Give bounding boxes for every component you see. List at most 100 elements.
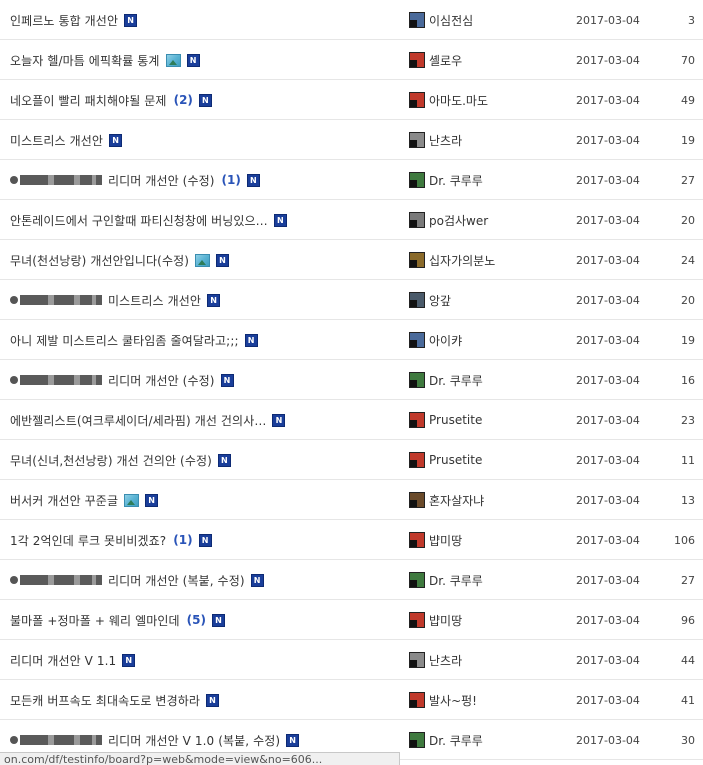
post-title-cell[interactable]: 리디머 개선안 V 1.1 N <box>10 640 400 680</box>
post-title-cell[interactable]: 에반젤리스트(여크루세이더/세라핌) 개선 건의사… N <box>10 400 400 440</box>
post-title-cell[interactable]: 리디머 개선안 (복붙, 수정) N <box>10 560 400 600</box>
author-cell[interactable]: 난츠라 <box>409 640 462 680</box>
post-title-cell[interactable]: 오늘자 헬/마틈 에픽확률 통계 N <box>10 40 400 80</box>
table-row[interactable]: 무녀(천선낭랑) 개선안입니다(수정) N 십자가의분노 2017-03-04 24 <box>0 240 703 280</box>
table-row[interactable]: 불마폴 +정마폴 + 웨리 엘마인데 (5) N 뱝미땅 2017-03-04 96 <box>0 600 703 640</box>
post-title-cell[interactable]: 1각 2억인데 루크 못비비겠죠? (1) N <box>10 520 400 560</box>
post-title-cell[interactable]: 리디머 개선안 (수정) N <box>10 360 400 400</box>
post-title-link[interactable]: 인페르노 통합 개선안 <box>10 12 118 29</box>
post-title-cell[interactable]: 네오플이 빨리 패치해야될 문제 (2) N <box>10 80 400 120</box>
author-cell[interactable]: 셸로우 <box>409 40 462 80</box>
author-name[interactable]: 십자가의분노 <box>429 252 495 269</box>
table-row[interactable]: 네오플이 빨리 패치해야될 문제 (2) N 아마도.마도 2017-03-04 49 <box>0 80 703 120</box>
author-name[interactable]: Prusetite <box>429 413 482 427</box>
post-title-link[interactable]: 미스트리스 개선안 <box>10 132 103 149</box>
table-row[interactable]: 미스트리스 개선안 N 난츠라 2017-03-04 19 <box>0 120 703 160</box>
author-name[interactable]: Dr. 쿠루루 <box>429 732 483 749</box>
author-cell[interactable]: 이심전심 <box>409 0 473 40</box>
author-cell[interactable]: 아마도.마도 <box>409 80 488 120</box>
author-cell[interactable]: Prusetite <box>409 440 482 480</box>
author-name[interactable]: Prusetite <box>429 453 482 467</box>
table-row[interactable]: 리디머 개선안 V 1.1 N 난츠라 2017-03-04 44 <box>0 640 703 680</box>
table-row[interactable]: 무녀(신녀,천선낭랑) 개선 건의안 (수정) N Prusetite 2017-03… <box>0 440 703 480</box>
table-row[interactable]: 버서커 개선안 꾸준글 N 혼자살자냐 2017-03-04 13 <box>0 480 703 520</box>
post-title-link[interactable]: 네오플이 빨리 패치해야될 문제 <box>10 92 167 109</box>
image-attached-icon <box>124 493 140 507</box>
author-name[interactable]: Dr. 쿠루루 <box>429 372 483 389</box>
author-name[interactable]: 앙갚 <box>429 292 451 309</box>
author-cell[interactable]: 십자가의분노 <box>409 240 495 280</box>
author-name[interactable]: 셸로우 <box>429 52 462 69</box>
post-title-link[interactable]: 리디머 개선안 (복붙, 수정) <box>108 572 245 589</box>
table-row[interactable]: 리디머 개선안 (수정) (1) N Dr. 쿠루루 2017-03-04 27 <box>0 160 703 200</box>
table-row[interactable]: 에반젤리스트(여크루세이더/세라핌) 개선 건의사… N Prusetite 2017… <box>0 400 703 440</box>
table-row[interactable]: 아니 제발 미스트리스 쿨타임좀 줄여달라고;;; N 아이캬 2017-03-04 1… <box>0 320 703 360</box>
table-row[interactable]: 오늘자 헬/마틈 에픽확률 통계 N 셸로우 2017-03-04 70 <box>0 40 703 80</box>
post-title-cell[interactable]: 무녀(신녀,천선낭랑) 개선 건의안 (수정) N <box>10 440 400 480</box>
post-title-link[interactable]: 리디머 개선안 V 1.0 (복붙, 수정) <box>108 732 280 749</box>
post-title-link[interactable]: 무녀(신녀,천선낭랑) 개선 건의안 (수정) <box>10 452 212 469</box>
comment-count[interactable]: (1) <box>173 533 192 547</box>
table-row[interactable]: 리디머 개선안 (복붙, 수정) N Dr. 쿠루루 2017-03-04 27 <box>0 560 703 600</box>
author-name[interactable]: 발사~펑! <box>429 692 477 709</box>
author-name[interactable]: 난츠라 <box>429 652 462 669</box>
post-title-cell[interactable]: 인페르노 통합 개선안 N <box>10 0 400 40</box>
author-cell[interactable]: Dr. 쿠루루 <box>409 360 483 400</box>
post-title-link[interactable]: 오늘자 헬/마틈 에픽확률 통계 <box>10 52 160 69</box>
table-row[interactable]: 미스트리스 개선안 N 앙갚 2017-03-04 20 <box>0 280 703 320</box>
post-title-cell[interactable]: 버서커 개선안 꾸준글 N <box>10 480 400 520</box>
post-title-cell[interactable]: 불마폴 +정마폴 + 웨리 엘마인데 (5) N <box>10 600 400 640</box>
author-name[interactable]: 뱝미땅 <box>429 612 462 629</box>
author-cell[interactable]: Dr. 쿠루루 <box>409 160 483 200</box>
author-cell[interactable]: 앙갚 <box>409 280 451 320</box>
post-title-cell[interactable]: 리디머 개선안 (수정) (1) N <box>10 160 400 200</box>
author-cell[interactable]: 아이캬 <box>409 320 462 360</box>
post-title-link[interactable]: 버서커 개선안 꾸준글 <box>10 492 118 509</box>
comment-count[interactable]: (1) <box>222 173 241 187</box>
author-name[interactable]: Dr. 쿠루루 <box>429 572 483 589</box>
author-cell[interactable]: Prusetite <box>409 400 482 440</box>
author-name[interactable]: 아이캬 <box>429 332 462 349</box>
author-cell[interactable]: 발사~펑! <box>409 680 477 720</box>
author-cell[interactable]: 혼자살자냐 <box>409 480 484 520</box>
post-title-link[interactable]: 아니 제발 미스트리스 쿨타임좀 줄여달라고;;; <box>10 332 239 349</box>
post-title-link[interactable]: 리디머 개선안 (수정) <box>108 372 215 389</box>
author-name[interactable]: 혼자살자냐 <box>429 492 484 509</box>
author-cell[interactable]: Dr. 쿠루루 <box>409 560 483 600</box>
post-title-cell[interactable]: 무녀(천선낭랑) 개선안입니다(수정) N <box>10 240 400 280</box>
author-cell[interactable]: 뱝미땅 <box>409 520 462 560</box>
post-title-link[interactable]: 미스트리스 개선안 <box>108 292 201 309</box>
post-title-link[interactable]: 1각 2억인데 루크 못비비겠죠? <box>10 532 166 549</box>
post-title-link[interactable]: 리디머 개선안 V 1.1 <box>10 652 116 669</box>
author-cell[interactable]: po검사wer <box>409 200 488 240</box>
author-name[interactable]: 난츠라 <box>429 132 462 149</box>
author-cell[interactable]: Dr. 쿠루루 <box>409 720 483 760</box>
post-title-link[interactable]: 불마폴 +정마폴 + 웨리 엘마인데 <box>10 612 180 629</box>
post-title-cell[interactable]: 미스트리스 개선안 N <box>10 120 400 160</box>
author-cell[interactable]: 뱝미땅 <box>409 600 462 640</box>
post-title-link[interactable]: 리디머 개선안 (수정) <box>108 172 215 189</box>
author-cell[interactable]: 난츠라 <box>409 120 462 160</box>
post-date: 2017-03-04 <box>576 13 640 27</box>
author-name[interactable]: 뱝미땅 <box>429 532 462 549</box>
post-title-cell[interactable]: 미스트리스 개선안 N <box>10 280 400 320</box>
post-title-cell[interactable]: 모든캐 버프속도 최대속도로 변경하라 N <box>10 680 400 720</box>
comment-count[interactable]: (2) <box>174 93 193 107</box>
post-title-cell[interactable]: 아니 제발 미스트리스 쿨타임좀 줄여달라고;;; N <box>10 320 400 360</box>
table-row[interactable]: 1각 2억인데 루크 못비비겠죠? (1) N 뱝미땅 2017-03-04 106 <box>0 520 703 560</box>
table-row[interactable]: 인페르노 통합 개선안 N 이심전심 2017-03-04 3 <box>0 0 703 40</box>
avatar <box>409 132 425 148</box>
post-title-cell[interactable]: 안톤레이드에서 구인할때 파티신청창에 버닝있으… N <box>10 200 400 240</box>
author-name[interactable]: 아마도.마도 <box>429 92 488 109</box>
post-title-link[interactable]: 안톤레이드에서 구인할때 파티신청창에 버닝있으… <box>10 212 268 229</box>
author-name[interactable]: po검사wer <box>429 212 488 229</box>
author-name[interactable]: Dr. 쿠루루 <box>429 172 483 189</box>
post-title-link[interactable]: 모든캐 버프속도 최대속도로 변경하라 <box>10 692 200 709</box>
table-row[interactable]: 모든캐 버프속도 최대속도로 변경하라 N 발사~펑! 2017-03-04 41 <box>0 680 703 720</box>
comment-count[interactable]: (5) <box>187 613 206 627</box>
table-row[interactable]: 리디머 개선안 (수정) N Dr. 쿠루루 2017-03-04 16 <box>0 360 703 400</box>
post-title-link[interactable]: 에반젤리스트(여크루세이더/세라핌) 개선 건의사… <box>10 412 266 429</box>
table-row[interactable]: 안톤레이드에서 구인할때 파티신청창에 버닝있으… Npo검사wer 2017-03… <box>0 200 703 240</box>
author-name[interactable]: 이심전심 <box>429 12 473 29</box>
post-title-link[interactable]: 무녀(천선낭랑) 개선안입니다(수정) <box>10 252 189 269</box>
